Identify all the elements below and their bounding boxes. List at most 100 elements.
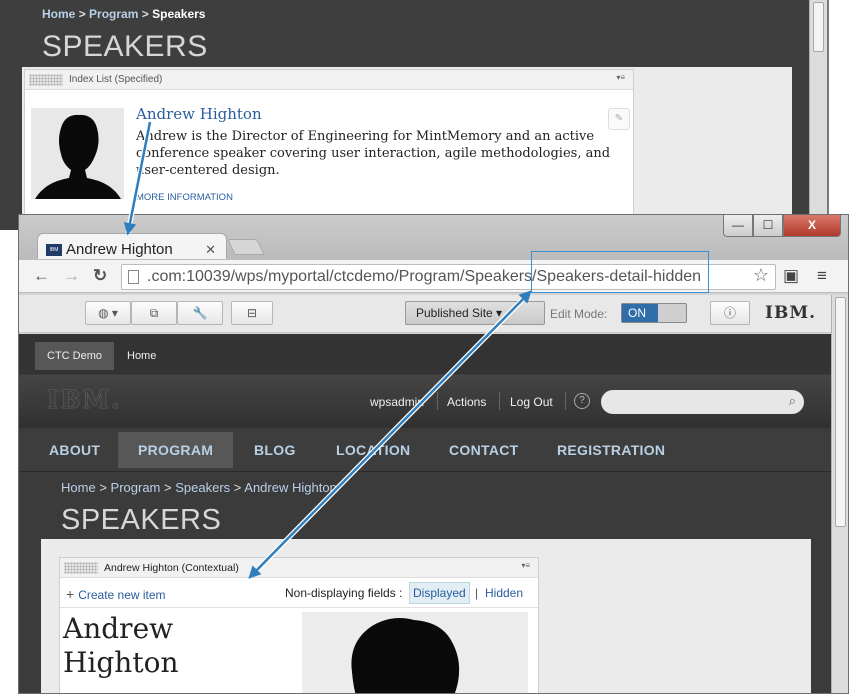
site-tab-ctc-demo[interactable]: CTC Demo — [35, 342, 115, 370]
minimize-button[interactable]: — — [723, 215, 753, 237]
masthead: IBM. wpsadmin Actions Log Out ? ⌕ — [19, 375, 831, 428]
drag-handle-icon[interactable] — [64, 562, 98, 574]
new-tab-button[interactable] — [227, 239, 265, 255]
edit-mode-on: ON — [622, 304, 658, 322]
menu-icon[interactable]: ≡ — [817, 266, 827, 286]
logout-link[interactable]: Log Out — [510, 395, 553, 409]
globe-icon[interactable]: ◍ ▾ — [85, 301, 131, 325]
portlet-header: Index List (Specified) ▾≡ — [25, 70, 633, 90]
portal-page: CTC Demo Home IBM. wpsadmin Actions Log … — [19, 334, 831, 693]
page-title: SPEAKERS — [42, 30, 208, 63]
speaker-photo — [31, 108, 124, 199]
breadcrumb-current: Andrew Highton — [244, 480, 337, 495]
maximize-button[interactable]: ☐ — [753, 215, 783, 237]
toolbox-icon[interactable]: ⊟ — [231, 301, 273, 325]
page-title: SPEAKERS — [61, 504, 222, 536]
cast-icon[interactable]: ▣ — [783, 266, 799, 286]
breadcrumb-program[interactable]: Program — [89, 7, 138, 21]
scrollbar[interactable] — [809, 0, 827, 230]
portlet-menu-icon[interactable]: ▾≡ — [521, 561, 530, 570]
portlet-menu-icon[interactable]: ▾≡ — [616, 73, 625, 82]
drag-handle-icon[interactable] — [29, 74, 63, 86]
contextual-portlet: Andrew Highton (Contextual) ▾≡ + Create n… — [59, 557, 539, 693]
forward-arrow-icon[interactable]: → — [63, 266, 80, 286]
scrollbar[interactable] — [831, 295, 848, 693]
speaker-description: Andrew is the Director of Engineering fo… — [136, 129, 611, 178]
site-select[interactable]: Published Site ▾ — [405, 301, 545, 325]
url-highlight-box — [531, 251, 709, 293]
edit-mode-label: Edit Mode: — [550, 307, 608, 321]
info-icon[interactable]: ⓘ — [710, 301, 750, 325]
breadcrumb-separator: > — [141, 7, 149, 21]
speaker-name-heading: Andrew Highton — [63, 612, 179, 679]
nav-location[interactable]: LOCATION — [316, 432, 430, 468]
nav-about[interactable]: ABOUT — [29, 432, 120, 468]
reload-icon[interactable]: ↻ — [93, 266, 107, 286]
hidden-toggle[interactable]: Hidden — [485, 586, 523, 600]
actions-link[interactable]: Actions — [447, 395, 486, 409]
scrollbar-thumb[interactable] — [813, 2, 824, 52]
main-nav: ABOUT PROGRAM BLOG LOCATION CONTACT REGI… — [19, 432, 831, 472]
title-bar: IBM Andrew Highton ✕ — ☐ X — [19, 215, 848, 266]
breadcrumb-home[interactable]: Home — [61, 480, 96, 495]
edit-mode-toggle[interactable]: ON — [621, 303, 687, 323]
site-tab-home[interactable]: Home — [115, 342, 168, 370]
edit-pencil-icon[interactable]: ✎ — [608, 108, 630, 130]
silhouette-icon — [31, 108, 124, 199]
create-new-item-button[interactable]: + Create new item — [66, 586, 166, 602]
portlet-title: Index List (Specified) — [69, 74, 163, 85]
breadcrumb: Home > Program > Speakers — [42, 7, 205, 21]
nav-contact[interactable]: CONTACT — [429, 432, 539, 468]
divider: | — [475, 586, 479, 600]
portlet-header: Andrew Highton (Contextual) ▾≡ — [60, 558, 538, 578]
help-icon[interactable]: ? — [574, 393, 590, 409]
index-list-portlet: Index List (Specified) ▾≡ Andrew Highton… — [24, 69, 634, 230]
create-item-label: Create new item — [78, 588, 166, 602]
breadcrumb-current: Speakers — [152, 7, 206, 21]
portlet-title: Andrew Highton (Contextual) — [104, 562, 239, 574]
bookmark-star-icon[interactable]: ☆ — [753, 265, 769, 286]
breadcrumb-separator: > — [78, 7, 86, 21]
browser-toolbar: ← → ↻ .com:10039/wps/myportal/ctcdemo/Pr… — [19, 259, 848, 293]
scrollbar-thumb[interactable] — [835, 297, 846, 527]
nav-registration[interactable]: REGISTRATION — [537, 432, 685, 468]
breadcrumb-home[interactable]: Home — [42, 7, 75, 21]
breadcrumb-speakers[interactable]: Speakers — [175, 480, 230, 495]
site-select-value: Published Site — [416, 306, 493, 320]
displayed-toggle[interactable]: Displayed — [409, 582, 470, 604]
more-information-link[interactable]: MORE INFORMATION — [136, 192, 233, 203]
nav-program[interactable]: PROGRAM — [118, 432, 234, 468]
ibm-brand: IBM. — [765, 303, 817, 323]
silhouette-icon — [302, 612, 528, 693]
breadcrumb: Home > Program > Speakers > Andrew Hight… — [61, 480, 337, 495]
divider — [565, 392, 566, 410]
screenshot-composite: Home > Program > Speakers SPEAKERS Index… — [0, 0, 849, 694]
site-nav: CTC Demo Home — [19, 334, 831, 374]
content-area: Andrew Highton (Contextual) ▾≡ + Create n… — [41, 539, 811, 693]
pages-icon[interactable]: ⧉ — [131, 301, 177, 325]
back-arrow-icon[interactable]: ← — [33, 266, 50, 286]
speaker-name-link[interactable]: Andrew Highton — [136, 105, 262, 123]
background-window: Home > Program > Speakers SPEAKERS Index… — [0, 0, 829, 230]
breadcrumb-separator: > — [99, 480, 107, 495]
search-icon[interactable]: ⌕ — [789, 393, 796, 409]
nav-blog[interactable]: BLOG — [234, 432, 316, 468]
breadcrumb-separator: > — [164, 480, 172, 495]
portlet-actions-bar: + Create new item Non-displaying fields :… — [60, 578, 538, 608]
non-displaying-fields-label: Non-displaying fields : — [285, 586, 403, 600]
divider — [437, 392, 438, 410]
divider — [499, 392, 500, 410]
breadcrumb-program[interactable]: Program — [111, 480, 161, 495]
breadcrumb-separator: > — [233, 480, 242, 495]
wrench-icon[interactable]: 🔧 — [177, 301, 223, 325]
ibm-logo: IBM. — [47, 385, 122, 414]
tab-close-icon[interactable]: ✕ — [205, 242, 216, 258]
portal-admin-toolbar: ◍ ▾ ⧉ 🔧 ⊟ Published Site ▾ Edit Mode: ON… — [19, 295, 831, 333]
user-name-link[interactable]: wpsadmin — [370, 395, 424, 409]
tab-title: Andrew Highton — [66, 241, 173, 258]
browser-window: IBM Andrew Highton ✕ — ☐ X ← → ↻ .com:10… — [18, 214, 849, 694]
favicon-icon: IBM — [46, 244, 62, 256]
close-window-button[interactable]: X — [783, 215, 841, 237]
search-input[interactable]: ⌕ — [601, 390, 804, 414]
page-icon — [128, 270, 139, 284]
